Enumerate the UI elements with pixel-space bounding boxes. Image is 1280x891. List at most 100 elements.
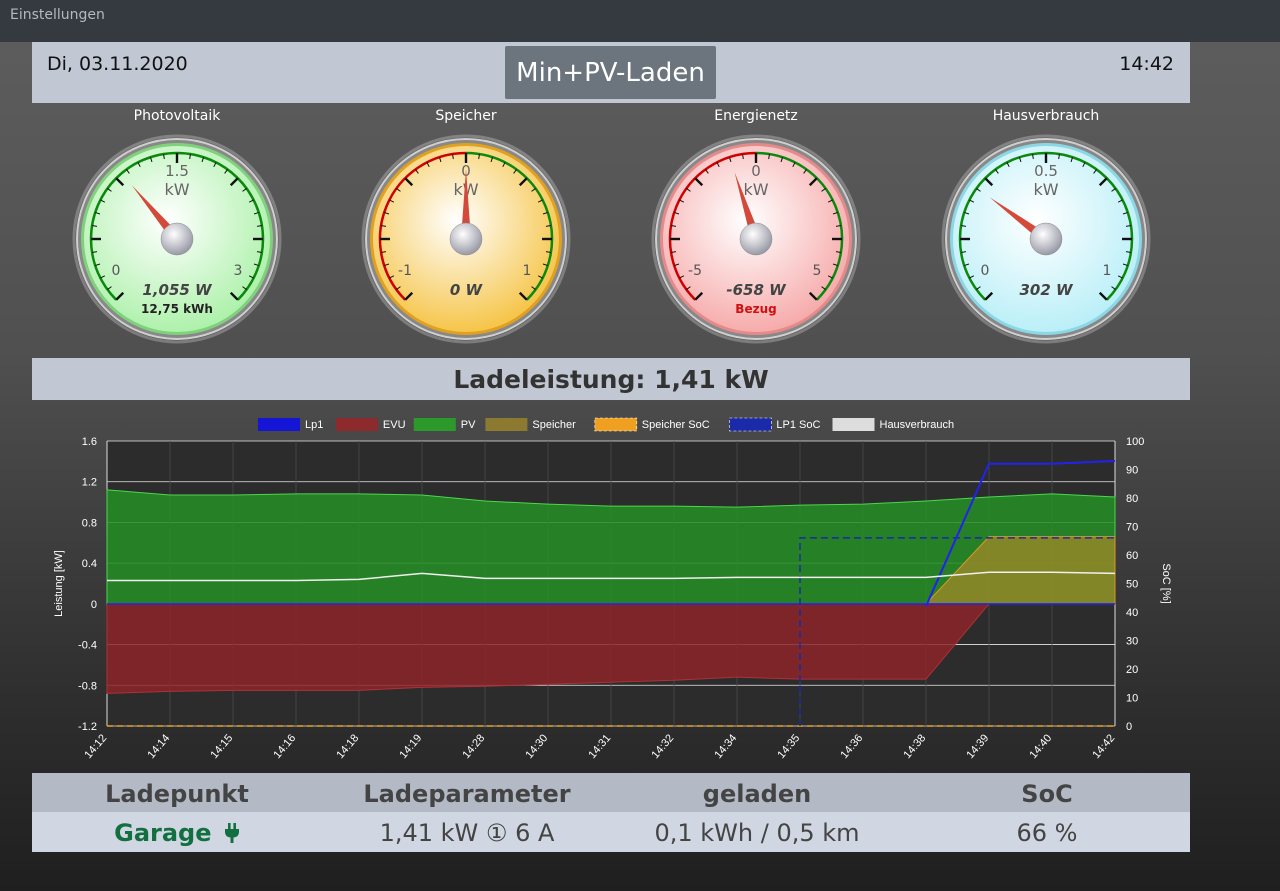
x-tick-label: 14:40 xyxy=(1027,732,1054,761)
y2-tick-label: 80 xyxy=(1126,493,1138,505)
gauge-max-label: 5 xyxy=(813,263,822,279)
x-tick-label: 14:18 xyxy=(334,732,361,761)
legend-label: Hausverbrauch xyxy=(880,419,955,431)
y-tick-label: 1.6 xyxy=(82,436,97,448)
gauge-max-label: 3 xyxy=(234,263,243,279)
chargepoint-name: Garage xyxy=(114,819,212,847)
date-display: Di, 03.11.2020 xyxy=(47,53,188,75)
gauge-mid-label: 0.5 xyxy=(1034,162,1058,180)
y-tick-label: -0.8 xyxy=(78,680,97,692)
x-tick-label: 14:36 xyxy=(838,732,865,761)
table-row: Garage 1,41 kW ① 6 A 0,1 kWh / 0,5 km 66… xyxy=(32,812,1190,852)
gauge-value-text: 0 W xyxy=(450,281,484,299)
gauge-title-hausverbrauch: Hausverbrauch xyxy=(992,108,1100,124)
y-tick-label: 0.4 xyxy=(82,558,97,570)
table-header: Ladepunkt Ladeparameter geladen SoC xyxy=(32,773,1190,812)
gauge-value-text: 1,055 W xyxy=(142,281,213,299)
y2-tick-label: 90 xyxy=(1126,465,1138,477)
legend-swatch xyxy=(335,418,378,431)
charge-mode-button[interactable]: Min+PV-Laden xyxy=(505,46,716,99)
y-tick-label: -0.4 xyxy=(78,640,97,652)
gauge-unit-label: kW xyxy=(164,180,189,199)
gauge-speicher: -110kW0 W xyxy=(361,134,571,344)
gauge-title-speicher: Speicher xyxy=(435,108,497,124)
y2-tick-label: 0 xyxy=(1126,721,1132,733)
x-tick-label: 14:31 xyxy=(586,732,613,761)
gauge-needle-hub xyxy=(449,222,483,256)
gauge-unit-label: kW xyxy=(1033,180,1058,199)
legend-swatch xyxy=(832,418,875,431)
legend-label: LP1 SoC xyxy=(776,419,820,431)
gauge-title-energienetz: Energienetz xyxy=(714,108,798,124)
header-ladeparameter: Ladeparameter xyxy=(363,780,571,808)
x-tick-label: 14:38 xyxy=(901,732,928,761)
time-display: 14:42 xyxy=(1119,53,1174,75)
gauge-max-label: 1 xyxy=(523,263,532,279)
charged-amount: 0,1 kWh / 0,5 km xyxy=(654,819,860,847)
header-geladen: geladen xyxy=(702,780,812,808)
y2-tick-label: 100 xyxy=(1126,436,1144,448)
y-tick-label: 0 xyxy=(91,599,97,611)
legend-label: Speicher SoC xyxy=(642,419,710,431)
x-tick-label: 14:12 xyxy=(82,732,109,761)
gauge-needle-hub xyxy=(1029,222,1063,256)
power-chart: 1.61.20.80.40-0.4-0.8-1.2100908070605040… xyxy=(53,417,1172,761)
header: Di, 03.11.2020 Min+PV-Laden 14:42 xyxy=(32,42,1190,103)
y2-tick-label: 20 xyxy=(1126,664,1138,676)
y2-tick-label: 10 xyxy=(1126,693,1138,705)
legend-swatch xyxy=(258,418,300,431)
x-tick-label: 14:34 xyxy=(712,732,739,761)
gauge-unit-label: kW xyxy=(743,180,768,199)
legend-swatch xyxy=(413,418,456,431)
top-bar: Einstellungen xyxy=(0,0,1280,42)
gauge-energienetz: -5 5 0kW -658 W Bezug xyxy=(651,134,861,344)
y2-tick-label: 60 xyxy=(1126,550,1138,562)
legend-swatch xyxy=(594,417,638,432)
vehicle-soc: 66 % xyxy=(1016,819,1078,847)
x-tick-label: 14:30 xyxy=(523,732,550,761)
gauge-min-label: 0 xyxy=(112,263,121,279)
legend-label: PV xyxy=(461,419,476,431)
gauge-value-text: -658 W xyxy=(726,281,787,299)
legend-label: Lp1 xyxy=(305,419,323,431)
x-tick-label: 14:39 xyxy=(964,732,991,761)
y-tick-label: -1.2 xyxy=(78,721,97,733)
y2-tick-label: 30 xyxy=(1126,636,1138,648)
gauge-needle-hub xyxy=(739,222,773,256)
gauge-min-label: -5 xyxy=(688,263,702,279)
y-tick-label: 1.2 xyxy=(82,477,97,489)
y2-tick-label: 40 xyxy=(1126,607,1138,619)
x-tick-label: 14:35 xyxy=(775,732,802,761)
gauge-max-label: 1 xyxy=(1103,263,1112,279)
gauge-min-label: -1 xyxy=(398,263,412,279)
x-tick-label: 14:32 xyxy=(649,732,676,761)
gauge-needle-hub xyxy=(160,222,194,256)
x-tick-label: 14:42 xyxy=(1090,732,1117,761)
gauge-mid-label: 0 xyxy=(751,162,761,180)
charging-parameters: 1,41 kW ① 6 A xyxy=(379,819,555,847)
gauge-sub-text: 12,75 kWh xyxy=(141,302,213,316)
gauge-min-label: 0 xyxy=(981,263,990,279)
plug-icon xyxy=(224,823,239,843)
gauge-hausverbrauch: 0 1 0.5kW 302 W xyxy=(941,134,1151,344)
chargepoint-garage[interactable]: Garage xyxy=(32,812,322,854)
header-soc: SoC xyxy=(1021,780,1073,808)
y2-axis-title: SoC [%] xyxy=(1160,563,1172,603)
x-tick-label: 14:15 xyxy=(208,732,235,761)
y-axis-title: Leistung [kW] xyxy=(53,550,65,617)
settings-link[interactable]: Einstellungen xyxy=(10,7,105,23)
gauge-sub-text: Bezug xyxy=(735,302,776,316)
legend-swatch xyxy=(729,417,772,432)
charging-power-banner: Ladeleistung: 1,41 kW xyxy=(32,358,1190,400)
gauge-mid-label: 1.5 xyxy=(165,162,189,180)
legend-label: EVU xyxy=(383,419,406,431)
x-tick-label: 14:14 xyxy=(145,732,172,761)
x-tick-label: 14:19 xyxy=(397,732,424,761)
x-tick-label: 14:16 xyxy=(271,732,298,761)
gauge-title-photovoltaik: Photovoltaik xyxy=(133,108,221,124)
y2-tick-label: 50 xyxy=(1126,579,1138,591)
legend-swatch xyxy=(485,418,528,431)
header-ladepunkt: Ladepunkt xyxy=(105,780,249,808)
x-tick-label: 14:28 xyxy=(460,732,487,761)
chargepoint-table: Ladepunkt Ladeparameter geladen SoC Gara… xyxy=(32,773,1190,852)
